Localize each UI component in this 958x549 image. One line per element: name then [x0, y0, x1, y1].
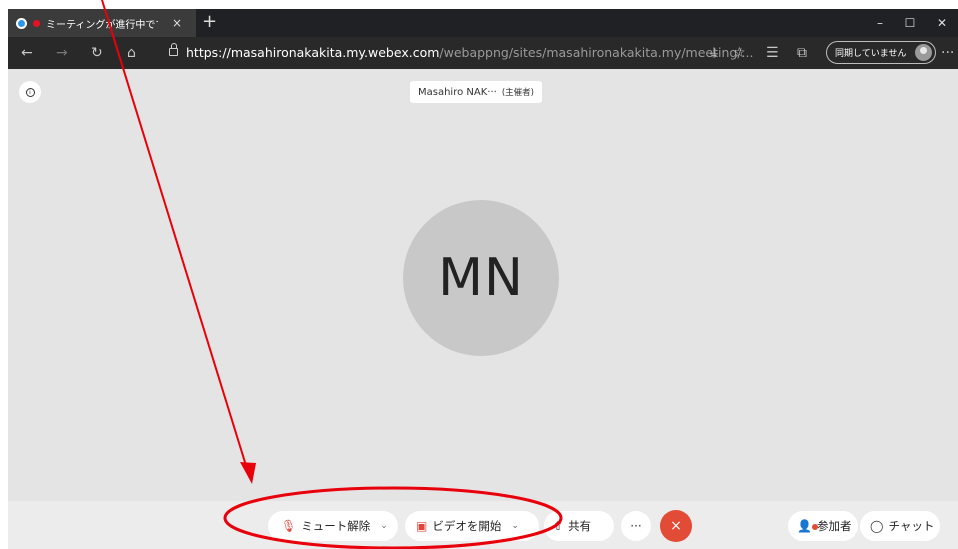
more-options-button[interactable]: ··· — [621, 511, 651, 541]
new-tab-icon[interactable]: + — [202, 12, 217, 32]
tab-close-icon[interactable]: × — [172, 16, 182, 30]
chat-bubble-icon: ◯ — [870, 519, 884, 533]
close-icon: × — [670, 518, 682, 534]
chat-button[interactable]: ◯ チャット — [860, 511, 940, 541]
url-scheme: https:// — [186, 45, 231, 60]
chat-label: チャット — [888, 519, 935, 533]
notification-dot — [812, 524, 818, 530]
meeting-stage: i Masahiro NAK··· (主催者) MN — [8, 69, 958, 501]
participants-button[interactable]: 👤 参加者 — [788, 511, 858, 541]
unmute-label: ミュート解除 — [301, 519, 371, 533]
address-bar[interactable]: https://masahironakakita.my.webex.com/we… — [186, 45, 753, 60]
meeting-control-bar: 🎙 ミュート解除 ⌄ ▣ ビデオを開始 ⌄ ⇧ 共有 ··· × 👤 参加者 ◯… — [8, 501, 958, 549]
muted-microphone-icon: 🎙 — [281, 519, 297, 533]
unmute-button[interactable]: 🎙 ミュート解除 ⌄ — [268, 511, 398, 541]
microphone-icon[interactable]: ⏚ — [708, 44, 720, 62]
share-label: 共有 — [568, 519, 592, 533]
webex-favicon-icon — [16, 17, 27, 29]
sync-label: 同期していません — [835, 49, 907, 59]
end-meeting-button[interactable]: × — [660, 510, 692, 542]
url-host: masahironakakita.my.webex.com — [230, 45, 440, 60]
sync-button[interactable]: 同期していません — [826, 41, 936, 64]
favorite-star-icon[interactable]: ☆ — [733, 44, 746, 62]
start-video-button[interactable]: ▣ ビデオを開始 ⌄ — [405, 511, 539, 541]
browser-tab-bar: ミーティングが進行中です... × + – ☐ ✕ — [8, 9, 958, 37]
participants-icon: 👤 — [797, 519, 818, 533]
back-icon[interactable]: ← — [21, 44, 33, 62]
browser-toolbar: ← → ↻ ⌂ https://masahironakakita.my.webe… — [8, 37, 958, 69]
refresh-icon[interactable]: ↻ — [91, 44, 103, 62]
participants-label: 参加者 — [816, 519, 852, 533]
share-icon: ⇧ — [553, 519, 564, 533]
forward-icon[interactable]: → — [56, 44, 68, 62]
chevron-down-icon[interactable]: ⌄ — [380, 521, 388, 531]
tab-title: ミーティングが進行中です... — [46, 19, 158, 31]
meeting-info-button[interactable]: i — [19, 81, 41, 103]
participant-avatar: MN — [403, 200, 559, 356]
lock-icon — [169, 43, 178, 56]
share-button[interactable]: ⇧ 共有 — [544, 511, 614, 541]
avatar-initials: MN — [438, 248, 524, 308]
url-path: /webappng/sites/masahironakakita.my/meet… — [439, 45, 754, 60]
host-label: (主催者) — [501, 88, 534, 98]
participant-name-badge: Masahiro NAK··· (主催者) — [410, 81, 542, 103]
browser-tab[interactable]: ミーティングが進行中です... × — [8, 9, 196, 37]
favorites-list-icon[interactable]: ☰ — [766, 44, 779, 62]
participant-name: Masahiro NAK··· — [418, 86, 497, 98]
profile-avatar-icon — [915, 44, 932, 61]
collections-icon[interactable]: ⧉ — [797, 44, 807, 62]
close-window-icon[interactable]: ✕ — [922, 9, 958, 37]
home-icon[interactable]: ⌂ — [127, 44, 136, 62]
start-video-label: ビデオを開始 — [432, 519, 502, 533]
recording-dot-icon — [33, 19, 40, 27]
info-icon: i — [25, 87, 35, 97]
more-icon: ··· — [630, 519, 642, 533]
chevron-down-icon[interactable]: ⌄ — [511, 521, 519, 531]
browser-more-icon[interactable]: ··· — [941, 44, 954, 62]
video-off-icon: ▣ — [416, 519, 428, 533]
